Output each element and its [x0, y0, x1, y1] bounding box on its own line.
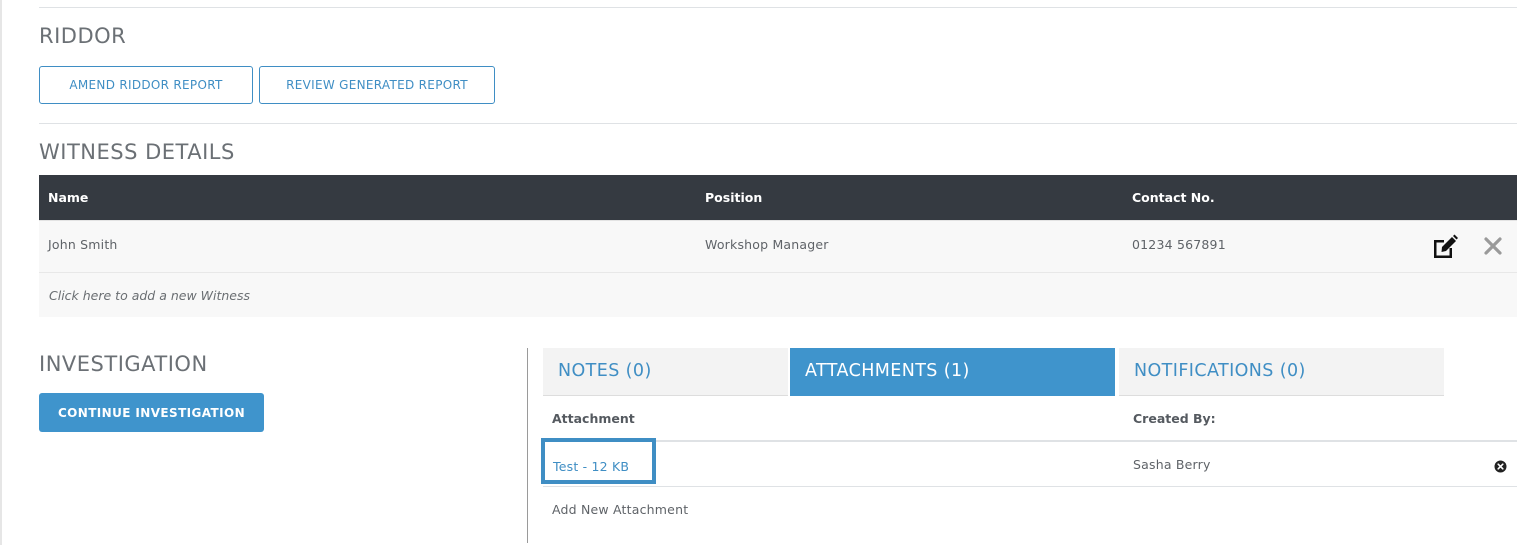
amend-riddor-report-button[interactable]: AMEND RIDDOR REPORT — [39, 66, 253, 104]
divider-riddor — [39, 123, 1517, 124]
panel-divider — [527, 348, 528, 543]
add-witness-row[interactable]: Click here to add a new Witness — [39, 272, 1517, 317]
investigation-title: INVESTIGATION — [39, 352, 208, 376]
witness-name: John Smith — [48, 237, 118, 252]
column-header-name: Name — [48, 190, 89, 205]
attachments-header-divider — [543, 440, 1517, 442]
continue-investigation-button[interactable]: CONTINUE INVESTIGATION — [39, 393, 264, 432]
edit-icon[interactable] — [1431, 233, 1459, 265]
add-new-attachment-link[interactable]: Add New Attachment — [552, 502, 688, 517]
witness-details-title: WITNESS DETAILS — [39, 140, 235, 164]
divider-top — [39, 7, 1517, 8]
witness-table: Name Position Contact No. John Smith Wor… — [39, 175, 1517, 317]
column-header-contact: Contact No. — [1132, 190, 1215, 205]
page-left-border — [0, 0, 2, 545]
witness-table-header: Name Position Contact No. — [39, 175, 1517, 220]
tab-notifications[interactable]: NOTIFICATIONS (0) — [1119, 348, 1444, 396]
witness-position: Workshop Manager — [705, 237, 829, 252]
add-witness-link[interactable]: Click here to add a new Witness — [49, 288, 250, 303]
attachments-row-divider — [543, 486, 1517, 487]
column-header-position: Position — [705, 190, 763, 205]
witness-contact: 01234 567891 — [1132, 237, 1226, 252]
table-row: John Smith Workshop Manager 01234 567891 — [39, 220, 1517, 272]
column-header-created-by: Created By: — [1133, 411, 1216, 426]
attachment-link[interactable]: Test - 12 KB — [541, 438, 656, 484]
column-header-attachment: Attachment — [552, 411, 635, 426]
tab-attachments[interactable]: ATTACHMENTS (1) — [790, 348, 1115, 396]
attachment-created-by: Sasha Berry — [1133, 457, 1211, 472]
review-generated-report-button[interactable]: REVIEW GENERATED REPORT — [259, 66, 495, 104]
remove-attachment-icon[interactable] — [1494, 458, 1507, 477]
delete-witness-icon[interactable] — [1484, 237, 1502, 259]
riddor-title: RIDDOR — [39, 24, 127, 48]
tab-notes[interactable]: NOTES (0) — [543, 348, 788, 396]
